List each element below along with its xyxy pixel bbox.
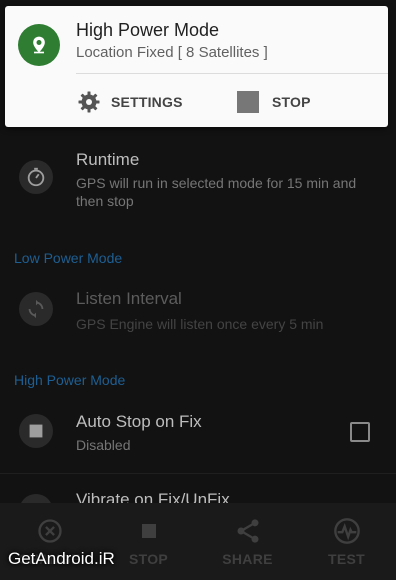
sync-icon — [19, 292, 53, 326]
notification-card[interactable]: High Power Mode Location Fixed [ 8 Satel… — [5, 6, 388, 127]
auto-stop-setting[interactable]: Auto Stop on Fix Disabled — [0, 402, 396, 472]
stop-square-icon — [141, 524, 156, 538]
runtime-title: Runtime — [76, 150, 140, 169]
settings-action-button[interactable]: SETTINGS — [77, 90, 183, 114]
listen-interval-setting[interactable]: Listen Interval GPS Engine will listen o… — [0, 280, 396, 340]
timer-icon — [19, 160, 53, 194]
stop-icon — [19, 414, 53, 448]
share-label: SHARE — [222, 551, 273, 567]
notification-divider — [76, 73, 388, 74]
test-label: TEST — [328, 551, 365, 567]
auto-stop-subtitle: Disabled — [76, 437, 131, 453]
listen-interval-subtitle: GPS Engine will listen once every 5 min — [76, 316, 324, 332]
stop-action-button[interactable]: STOP — [236, 90, 311, 114]
settings-action-label: SETTINGS — [111, 94, 183, 110]
watermark-text: GetAndroid.iR — [8, 549, 115, 568]
stop-action-label: STOP — [272, 94, 311, 110]
cancel-circle-icon — [37, 519, 62, 543]
share-button[interactable]: SHARE — [198, 503, 297, 580]
runtime-subtitle: GPS will run in selected mode for 15 min… — [76, 175, 357, 209]
section-header-low-power: Low Power Mode — [14, 250, 123, 266]
auto-stop-title: Auto Stop on Fix — [76, 412, 202, 431]
test-button[interactable]: TEST — [297, 503, 396, 580]
notification-title: High Power Mode — [76, 20, 220, 40]
listen-interval-title: Listen Interval — [76, 289, 182, 308]
share-icon — [237, 519, 258, 543]
auto-stop-checkbox[interactable] — [350, 422, 370, 442]
pulse-icon — [333, 518, 360, 544]
divider — [0, 473, 396, 474]
notification-text: Location Fixed [ 8 Satellites ] — [76, 44, 268, 61]
stop-square-icon — [237, 91, 259, 113]
gear-icon — [78, 91, 100, 113]
location-pin-icon — [18, 24, 60, 66]
runtime-setting[interactable]: Runtime GPS will run in selected mode fo… — [0, 138, 396, 218]
section-header-high-power: High Power Mode — [14, 372, 126, 388]
